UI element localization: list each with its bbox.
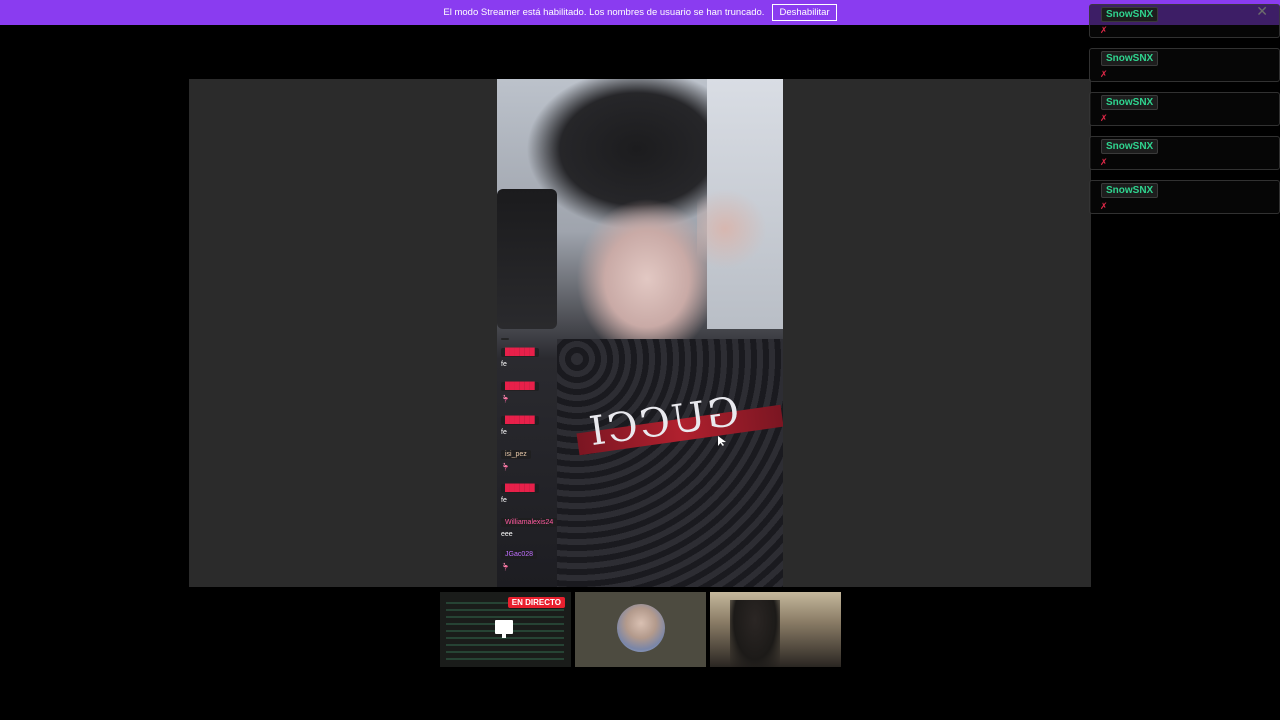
badge-icon: ✗ bbox=[1100, 26, 1108, 36]
overlay-chat-message: 🦩 bbox=[501, 396, 510, 403]
overlay-chat-item: JGac028 🦩 bbox=[501, 543, 571, 571]
streamer-mode-banner: El modo Streamer está habilitado. Los no… bbox=[0, 0, 1280, 25]
overlay-chat-username bbox=[501, 338, 509, 340]
hand-image bbox=[697, 189, 767, 269]
monitor-stand-icon bbox=[502, 634, 506, 638]
overlay-chat-item: isi_pez 🦩 bbox=[501, 443, 571, 471]
overlay-chat-username: ██████ bbox=[501, 348, 539, 357]
participant-camera-image bbox=[730, 600, 780, 667]
overlay-chat-username: ██████ bbox=[501, 416, 539, 425]
side-chat-username[interactable]: SnowSNX bbox=[1101, 139, 1159, 154]
disable-streamer-mode-button[interactable]: Deshabilitar bbox=[772, 4, 837, 21]
side-chat-item: SnowSNX ✗ bbox=[1089, 180, 1280, 214]
overlay-chat-username: isi_pez bbox=[501, 450, 531, 459]
overlay-chat-item: ██████ 🦩 bbox=[501, 375, 571, 403]
badge-icon: ✗ bbox=[1100, 114, 1108, 124]
overlay-chat-item: ██████ fe bbox=[501, 477, 571, 504]
streamer-mode-text: El modo Streamer está habilitado. Los no… bbox=[443, 7, 765, 18]
side-chat-username[interactable]: SnowSNX bbox=[1101, 95, 1159, 110]
avatar bbox=[617, 604, 665, 652]
overlay-chat-username: Williamalexis24 bbox=[501, 518, 558, 527]
overlay-chat-username: ██████ bbox=[501, 382, 539, 391]
participant-avatar-thumbnail[interactable] bbox=[575, 592, 706, 667]
participant-camera-thumbnail[interactable] bbox=[710, 592, 841, 667]
overlay-chat-item: ██████ fe bbox=[501, 341, 571, 368]
overlay-chat-message: fe bbox=[501, 497, 507, 504]
screen-share-thumbnail[interactable]: EN DIRECTO bbox=[440, 592, 571, 667]
overlay-chat-item: Williamalexis24 eee bbox=[501, 511, 571, 538]
side-chat-item: SnowSNX ✗ bbox=[1089, 4, 1280, 38]
live-badge: EN DIRECTO bbox=[507, 597, 565, 608]
overlay-chat-item: ██████ fe bbox=[501, 409, 571, 436]
side-chat-item: SnowSNX ✗ bbox=[1089, 136, 1280, 170]
badge-icon: ✗ bbox=[1100, 70, 1108, 80]
monitor-icon bbox=[495, 620, 513, 634]
badge-icon: ✗ bbox=[1100, 202, 1108, 212]
overlay-chat-username: JGac028 bbox=[501, 550, 538, 559]
sweater-image bbox=[557, 339, 783, 587]
side-chat-username[interactable]: SnowSNX bbox=[1101, 183, 1159, 198]
overlay-chat: ██████ fe ██████ 🦩 ██████ fe isi_pez 🦩 █… bbox=[497, 327, 575, 587]
overlay-chat-message: eee bbox=[501, 531, 513, 538]
overlay-chat-message: fe bbox=[501, 361, 507, 368]
overlay-chat-message: fe bbox=[501, 429, 507, 436]
participant-thumbnails: EN DIRECTO bbox=[440, 592, 842, 667]
microphone-image bbox=[497, 189, 557, 329]
badge-icon: ✗ bbox=[1100, 158, 1108, 168]
main-stage: GUCCI ██████ fe ██████ 🦩 ██████ fe isi_p… bbox=[189, 79, 1091, 587]
side-chat-item: SnowSNX ✗ bbox=[1089, 48, 1280, 82]
overlay-chat-message: 🦩 bbox=[501, 564, 510, 571]
overlay-chat-username: ██████ bbox=[501, 484, 539, 493]
side-chat-username[interactable]: SnowSNX bbox=[1101, 7, 1159, 22]
camera-video[interactable]: GUCCI ██████ fe ██████ 🦩 ██████ fe isi_p… bbox=[497, 79, 783, 587]
side-chat-username[interactable]: SnowSNX bbox=[1101, 51, 1159, 66]
overlay-chat-message: 🦩 bbox=[501, 464, 510, 471]
side-chat-item: SnowSNX ✗ bbox=[1089, 92, 1280, 126]
